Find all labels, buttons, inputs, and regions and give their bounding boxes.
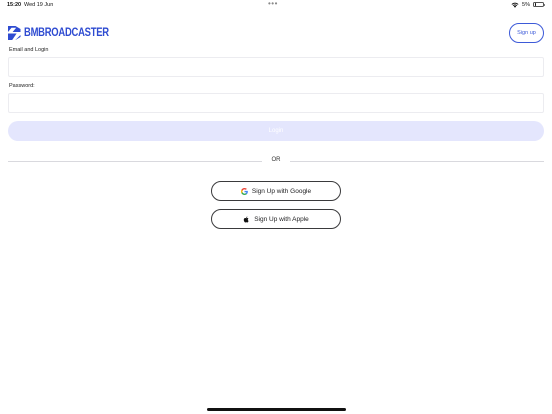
- battery-fill: [534, 3, 536, 6]
- divider-line-right: [290, 160, 544, 162]
- sign-up-google-label: Sign Up with Google: [251, 187, 312, 195]
- battery-percent: 5%: [522, 1, 530, 8]
- sign-up-google-button[interactable]: Sign Up with Google: [211, 181, 341, 201]
- sign-up-button[interactable]: Sign up: [509, 23, 544, 43]
- status-date: Wed 19 Jun: [24, 2, 54, 8]
- wifi-icon: [511, 2, 519, 8]
- password-label: Password:: [9, 83, 35, 89]
- battery-icon: [533, 1, 545, 8]
- divider-line-left: [8, 160, 262, 162]
- apple-icon: [243, 216, 249, 222]
- sign-up-apple-button[interactable]: Sign Up with Apple: [211, 209, 341, 229]
- status-indicators: 5%: [511, 1, 545, 8]
- home-indicator[interactable]: [207, 408, 346, 411]
- status-time: 15:20: [7, 2, 22, 8]
- email-input[interactable]: [8, 57, 544, 77]
- password-input[interactable]: [8, 93, 544, 113]
- google-icon: [240, 187, 248, 195]
- sign-up-apple-label: Sign Up with Apple: [254, 215, 309, 223]
- login-button[interactable]: Login: [8, 121, 544, 141]
- brand-logo: BMBROADCASTER: [8, 26, 127, 40]
- logo-text: BMBROADCASTER: [24, 27, 109, 39]
- logo-mark-icon: [8, 26, 21, 40]
- divider-or-text: OR: [271, 157, 281, 163]
- multitasking-dots[interactable]: •••: [268, 0, 278, 8]
- email-label: Email and Login: [9, 47, 49, 53]
- status-bar: 15:20 Wed 19 Jun ••• 5%: [0, 0, 552, 12]
